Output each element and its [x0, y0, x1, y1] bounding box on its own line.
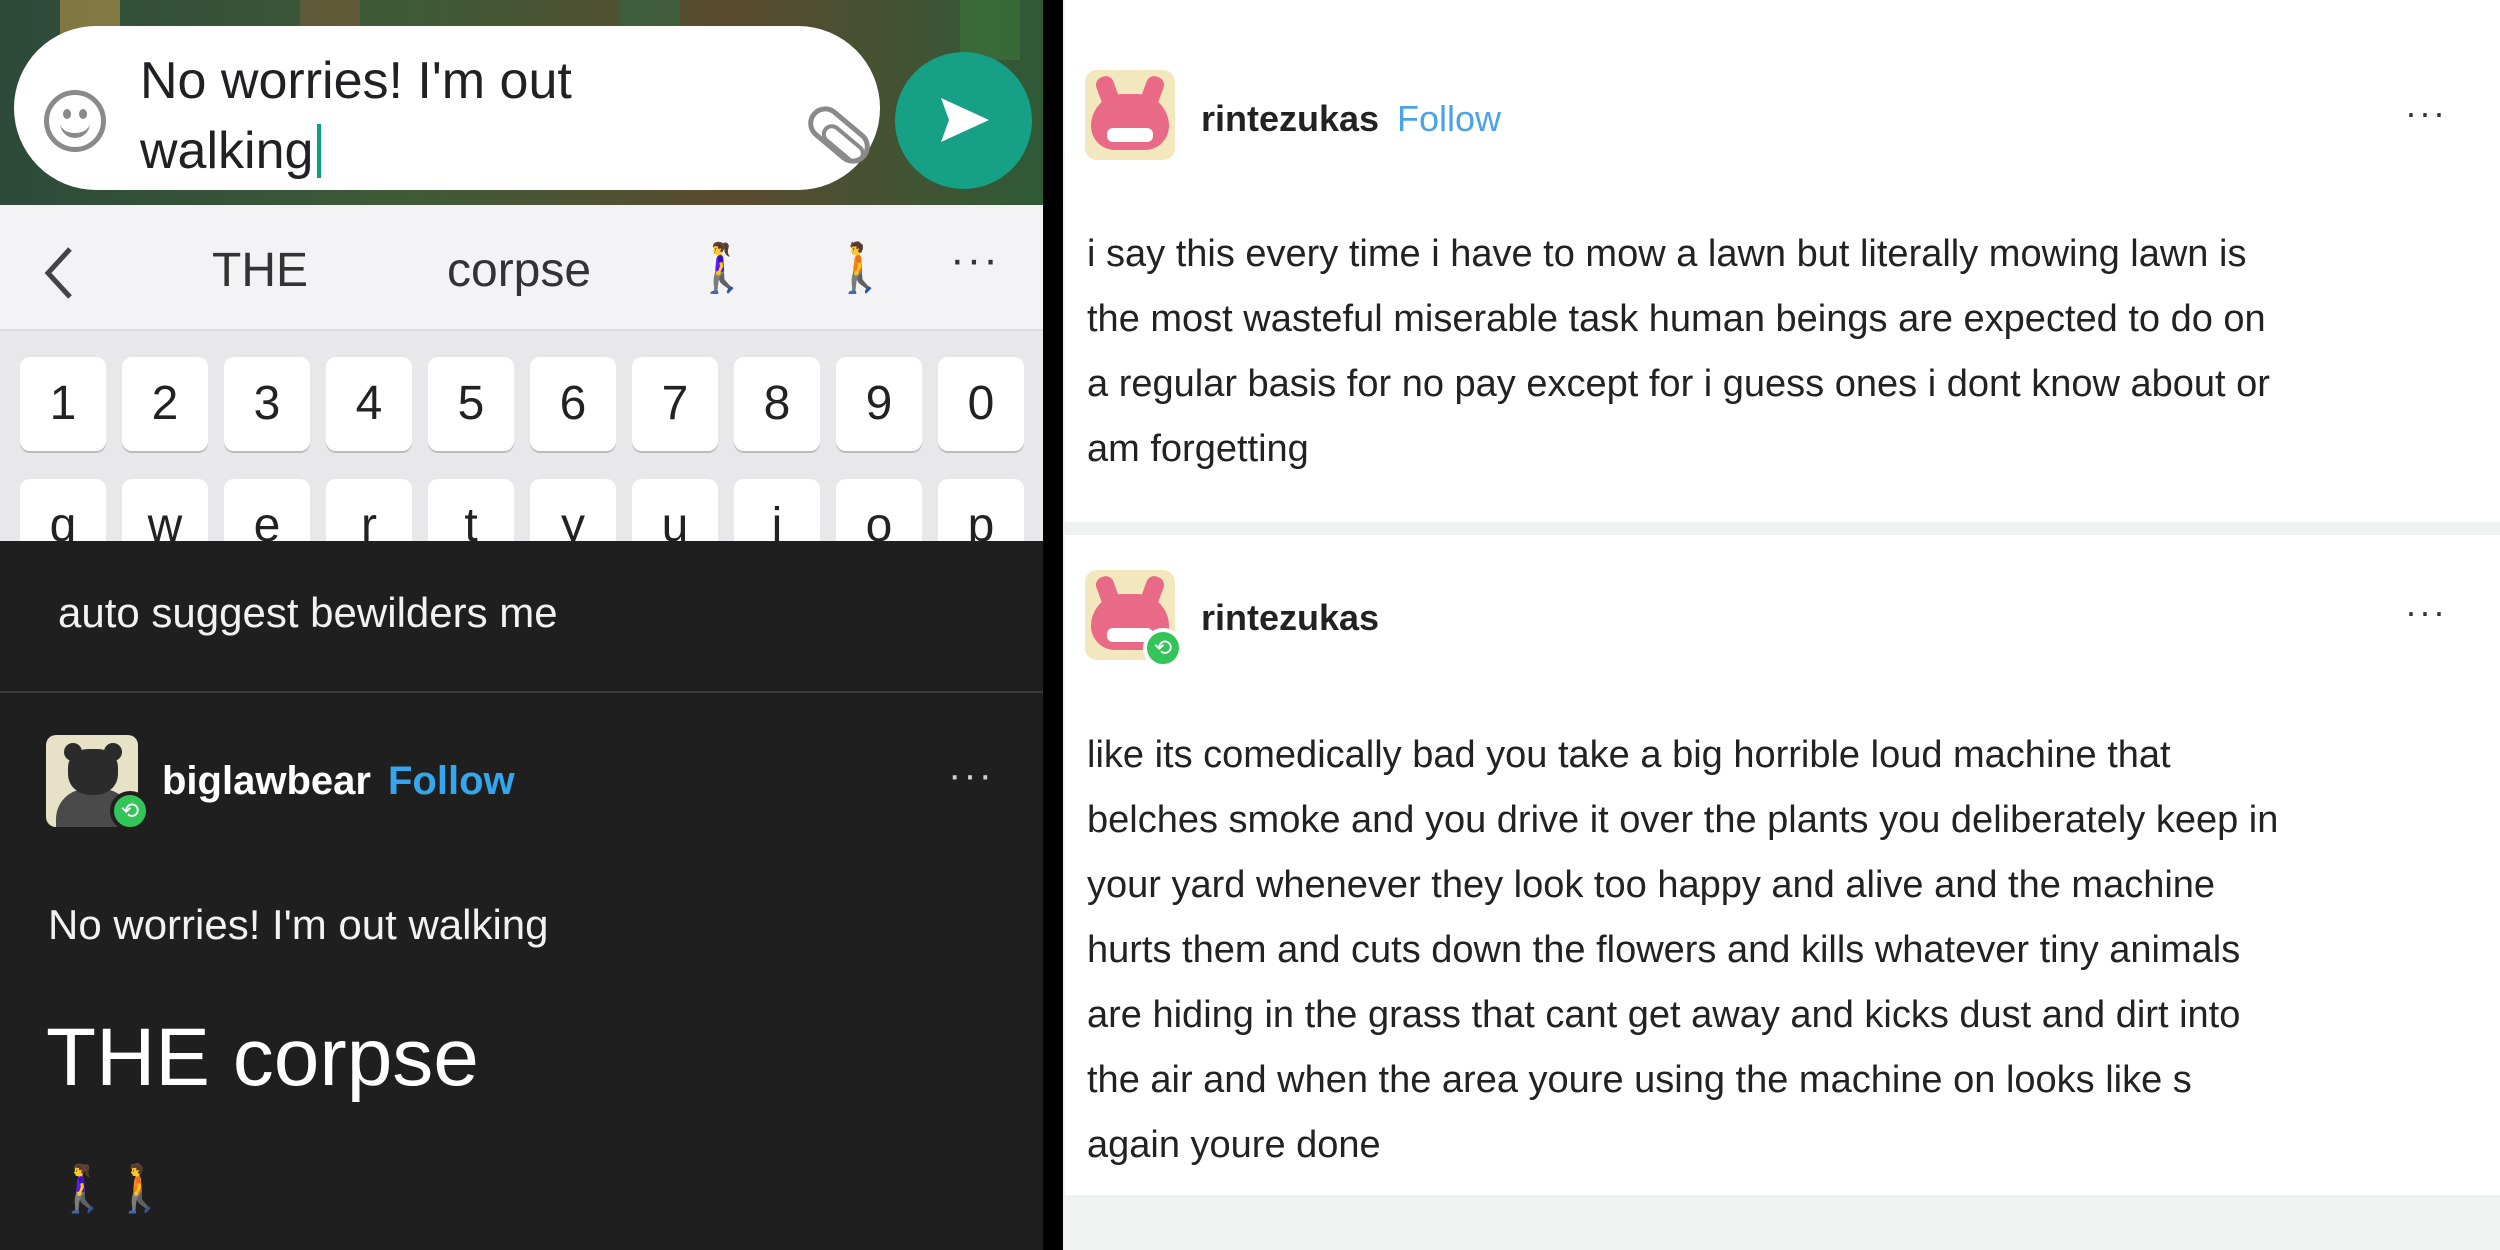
- key-6[interactable]: 6: [530, 357, 616, 451]
- post-body-line: again youre done: [1087, 1124, 1381, 1166]
- post-body-line: like its comedically bad you take a big …: [1087, 734, 2171, 776]
- key-8[interactable]: 8: [734, 357, 820, 451]
- chat-input-area: No worries! I'm out walking: [0, 0, 1043, 205]
- post-body: i say this every time i have to mow a la…: [1087, 222, 2477, 482]
- avatar[interactable]: [1085, 70, 1175, 160]
- text-caret: [317, 124, 322, 178]
- follow-button[interactable]: Follow: [388, 759, 515, 804]
- chevron-left-icon[interactable]: [40, 243, 80, 303]
- key-0[interactable]: 0: [938, 357, 1024, 451]
- dark-post: auto suggest bewilders me ⟲ biglawbear F…: [0, 541, 1043, 1250]
- post-body: like its comedically bad you take a big …: [1087, 723, 2477, 1178]
- username[interactable]: biglawbear: [162, 759, 371, 804]
- post-body-line: your yard whenever they look too happy a…: [1087, 864, 2216, 906]
- suggestion-woman-walking-emoji[interactable]: 🚶‍♀️: [692, 239, 752, 299]
- paperclip-icon[interactable]: [801, 99, 877, 171]
- post-heading: THE corpse: [46, 1012, 479, 1103]
- key-t[interactable]: t: [428, 479, 514, 541]
- more-options-icon[interactable]: ···: [2405, 591, 2447, 633]
- key-y[interactable]: y: [530, 479, 616, 541]
- reblog-icon: ⟲: [110, 791, 150, 831]
- key-o[interactable]: o: [836, 479, 922, 541]
- suggestion-the[interactable]: THE: [212, 241, 308, 301]
- more-options-icon[interactable]: ···: [2405, 92, 2447, 134]
- follow-button[interactable]: Follow: [1397, 98, 1501, 140]
- post-body-line: No worries! I'm out walking: [48, 901, 549, 948]
- post-card: ⟲ rintezukas ··· like its comedically ba…: [1065, 535, 2500, 1195]
- left-panel: No worries! I'm out walking THE corpse 🚶…: [0, 0, 1043, 1250]
- send-button[interactable]: [895, 52, 1032, 189]
- send-icon: [941, 98, 989, 142]
- post-body-line: belches smoke and you drive it over the …: [1087, 799, 2279, 841]
- username[interactable]: rintezukas: [1201, 597, 1379, 639]
- post-body-line: hurts them and cuts down the flowers and…: [1087, 929, 2241, 971]
- keyboard: 1 2 3 4 5 6 7 8 9 0 q w e r t y u i o p: [0, 331, 1043, 541]
- more-suggestions-icon[interactable]: ···: [950, 235, 1000, 285]
- key-p[interactable]: p: [938, 479, 1024, 541]
- divider: [0, 691, 1043, 693]
- key-q[interactable]: q: [20, 479, 106, 541]
- walking-emoji: 🚶‍♀️🚶: [54, 1162, 169, 1214]
- key-3[interactable]: 3: [224, 357, 310, 451]
- post-body-line: the air and when the area youre using th…: [1087, 1059, 2192, 1101]
- suggestion-person-walking-emoji[interactable]: 🚶: [830, 239, 890, 299]
- key-5[interactable]: 5: [428, 357, 514, 451]
- suggestion-corpse[interactable]: corpse: [447, 241, 591, 301]
- key-2[interactable]: 2: [122, 357, 208, 451]
- key-1[interactable]: 1: [20, 357, 106, 451]
- smiley-icon[interactable]: [44, 90, 106, 152]
- post-card: rintezukas Follow ··· i say this every t…: [1065, 0, 2500, 522]
- post-body-line: i say this every time i have to mow a la…: [1087, 233, 2247, 275]
- reblog-icon: ⟲: [1143, 628, 1183, 668]
- post-body-line: a regular basis for no pay except for i …: [1087, 363, 2270, 405]
- message-line-2: walking: [140, 122, 314, 180]
- key-u[interactable]: u: [632, 479, 718, 541]
- post-body-line: the most wasteful miserable task human b…: [1087, 298, 2266, 340]
- key-r[interactable]: r: [326, 479, 412, 541]
- reblog-comment: auto suggest bewilders me: [58, 589, 558, 636]
- message-input-text: No worries! I'm out walking: [140, 46, 760, 186]
- post-body-line: are hiding in the grass that cant get aw…: [1087, 994, 2241, 1036]
- key-i[interactable]: i: [734, 479, 820, 541]
- username[interactable]: rintezukas: [1201, 98, 1379, 140]
- right-panel: rintezukas Follow ··· i say this every t…: [1063, 0, 2500, 1250]
- key-w[interactable]: w: [122, 479, 208, 541]
- more-options-icon[interactable]: ···: [948, 753, 994, 798]
- key-e[interactable]: e: [224, 479, 310, 541]
- suggestion-bar: THE corpse 🚶‍♀️ 🚶 ···: [0, 205, 1043, 331]
- background-tile: [960, 0, 1020, 60]
- key-4[interactable]: 4: [326, 357, 412, 451]
- key-7[interactable]: 7: [632, 357, 718, 451]
- message-input[interactable]: No worries! I'm out walking: [14, 26, 880, 190]
- post-body-line: am forgetting: [1087, 428, 1309, 470]
- key-9[interactable]: 9: [836, 357, 922, 451]
- message-line-1: No worries! I'm out: [140, 52, 572, 110]
